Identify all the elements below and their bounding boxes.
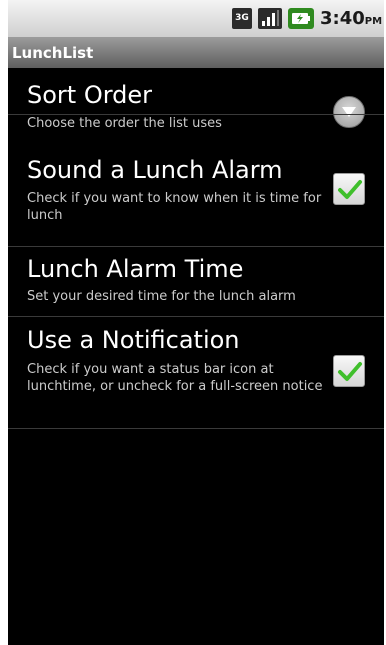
preference-title: Lunch Alarm Time [27, 255, 244, 283]
checkmark-icon [338, 362, 362, 381]
app-title: LunchList [12, 44, 94, 62]
preference-summary: Check if you want a status bar icon at l… [27, 362, 323, 394]
preference-title: Sort Order [27, 81, 153, 109]
divider [8, 428, 384, 429]
preference-lunch-alarm-time[interactable]: Lunch Alarm Time Set your desired time f… [8, 247, 384, 315]
status-bar: 3G 3:40PM [8, 0, 384, 38]
preference-title: Sound a Lunch Alarm [27, 156, 283, 184]
3g-icon: 3G [232, 8, 252, 29]
preference-use-notification[interactable]: Use a Notification Check if you want a s… [8, 317, 384, 427]
signal-icon [258, 8, 282, 29]
sound-alarm-checkbox[interactable] [333, 173, 365, 205]
network-label: 3G [235, 13, 249, 23]
preference-sound-lunch-alarm[interactable]: Sound a Lunch Alarm Check if you want to… [8, 115, 384, 247]
phone-screen: 3G 3:40PM LunchList Sort Order Choose th… [8, 0, 384, 645]
status-clock: 3:40PM [320, 7, 382, 31]
clock-ampm: PM [364, 16, 383, 27]
title-bar: LunchList [8, 38, 384, 68]
notification-checkbox[interactable] [333, 355, 365, 387]
preference-title: Use a Notification [27, 326, 240, 354]
clock-time: 3:40 [320, 8, 365, 29]
preference-summary: Set your desired time for the lunch alar… [27, 289, 296, 304]
preference-sort-order[interactable]: Sort Order Choose the order the list use… [8, 69, 384, 131]
battery-icon [288, 8, 314, 29]
checkmark-icon [338, 180, 362, 199]
preference-summary: Check if you want to know when it is tim… [27, 191, 322, 223]
